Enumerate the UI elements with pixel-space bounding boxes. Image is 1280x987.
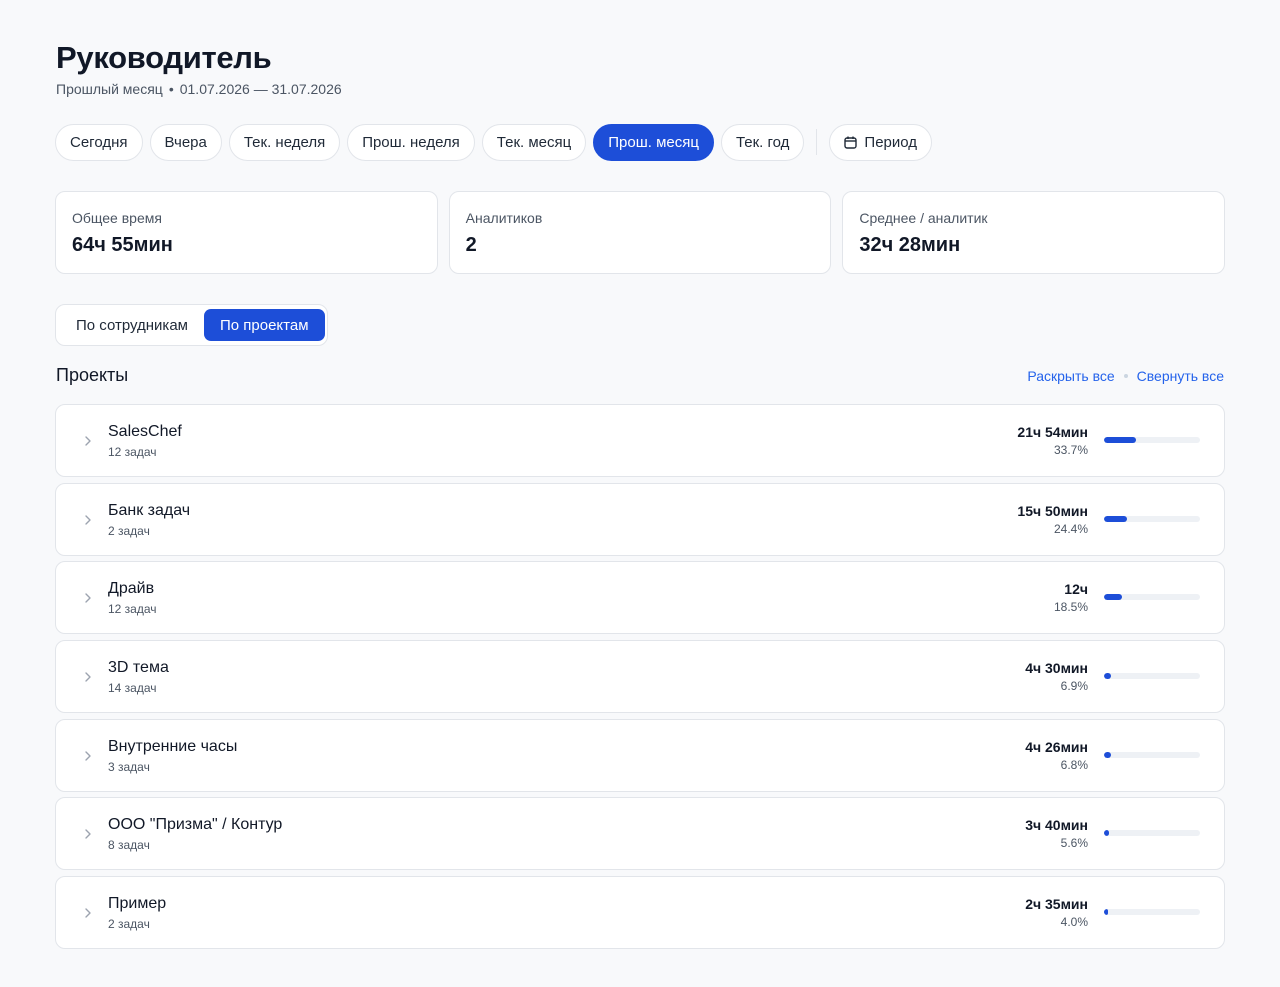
filter-chip-yesterday[interactable]: Вчера [149,123,222,161]
project-task-count: 2 задач [108,917,150,932]
filter-chip-today[interactable]: Сегодня [55,123,143,161]
separator-dot: • [168,81,174,97]
custom-period-label: Период [864,133,918,151]
projects-actions: Раскрыть все Свернуть все [1027,368,1224,384]
period-filter-bar: Сегодня Вчера Тек. неделя Прош. неделя Т… [55,123,933,161]
project-progress-fill [1104,830,1110,837]
project-progress-bar [1104,830,1200,837]
project-name: 3D тема [108,659,169,677]
project-task-count: 3 задач [108,759,150,774]
project-time: 4ч 30мин [1025,660,1088,677]
project-row[interactable]: Драйв 12 задач 12ч 18.5% [55,561,1225,635]
project-row[interactable]: Пример 2 задач 2ч 35мин 4.0% [55,876,1225,950]
custom-period-button[interactable]: Период [829,123,933,161]
filter-chip-current-week[interactable]: Тек. неделя [228,123,341,161]
stats-cards: Общее время 64ч 55мин Аналитиков 2 Средн… [55,191,1226,274]
project-progress-bar [1104,673,1200,680]
stat-value: 64ч 55мин [72,234,173,256]
chevron-right-icon[interactable] [82,749,94,763]
projects-list: SalesChef 12 задач 21ч 54мин 33.7% Банк … [55,404,1225,955]
project-task-count: 12 задач [108,445,157,459]
stat-card-analysts: Аналитиков 2 [448,191,832,274]
project-progress-fill [1104,909,1108,916]
stat-label: Аналитиков [465,210,543,226]
period-subtitle: Прошлый месяц • 01.07.2026 — 31.07.2026 [56,81,342,97]
project-progress-bar [1104,751,1200,758]
project-progress-fill [1104,673,1111,680]
chevron-right-icon[interactable] [82,434,94,448]
project-progress-bar [1104,515,1200,522]
project-progress-fill [1104,437,1137,443]
chevron-right-icon[interactable] [82,513,94,527]
project-progress-fill [1104,594,1122,601]
filter-chip-current-year[interactable]: Тек. год [720,123,805,161]
stat-label: Среднее / аналитик [859,210,988,226]
project-progress-bar [1104,594,1200,601]
filter-chip-last-month[interactable]: Прош. месяц [593,123,714,161]
filter-chip-current-month[interactable]: Тек. месяц [481,123,587,161]
project-percent: 33.7% [1053,443,1088,457]
project-progress-fill [1104,515,1128,522]
project-time: 2ч 35мин [1025,896,1088,913]
project-name: SalesChef [108,423,182,440]
collapse-all-link[interactable]: Свернуть все [1137,368,1224,384]
project-name: Драйв [108,580,155,598]
project-time: 15ч 50мин [1017,502,1088,519]
project-row[interactable]: 3D тема 14 задач 4ч 30мин 6.9% [55,640,1225,714]
chevron-right-icon[interactable] [82,591,94,605]
period-name: Прошлый месяц [56,81,163,97]
project-percent: 24.4% [1053,521,1088,536]
project-time: 3ч 40мин [1025,817,1088,834]
page: Руководитель Прошлый месяц • 01.07.2026 — … [0,0,1280,987]
actions-separator [1123,374,1128,378]
stat-value: 32ч 28мин [859,234,961,256]
project-task-count: 8 задач [108,838,150,853]
project-task-count: 2 задач [108,523,150,538]
project-name: Банк задач [108,501,191,519]
project-percent: 18.5% [1053,600,1088,615]
project-row[interactable]: SalesChef 12 задач 21ч 54мин 33.7% [55,404,1225,477]
filter-divider [816,129,818,155]
project-row[interactable]: Банк задач 2 задач 15ч 50мин 24.4% [55,482,1225,556]
project-row[interactable]: ООО "Призма" / Контур 8 задач 3ч 40мин 5… [55,797,1225,871]
project-time: 4ч 26мин [1025,738,1088,755]
page-title: Руководитель [56,40,272,75]
project-task-count: 12 задач [108,602,157,617]
project-time: 12ч [1064,581,1088,598]
project-time: 21ч 54мин [1017,424,1088,440]
stat-card-average: Среднее / аналитик 32ч 28мин [842,191,1226,274]
period-range: 01.07.2026 — 31.07.2026 [179,81,342,97]
view-by-employees-button[interactable]: По сотрудникам [60,309,204,341]
stat-value: 2 [465,234,477,256]
view-toggle: По сотрудникам По проектам [55,304,328,346]
view-by-projects-button[interactable]: По проектам [203,309,325,341]
project-name: Внутренние часы [108,737,238,755]
project-percent: 6.8% [1060,757,1088,772]
project-progress-bar [1104,437,1200,443]
project-progress-bar [1104,909,1200,916]
project-row[interactable]: Внутренние часы 3 задач 4ч 26мин 6.8% [55,718,1225,792]
project-percent: 4.0% [1060,915,1088,930]
chevron-right-icon[interactable] [82,827,94,841]
project-name: Пример [108,895,167,913]
chevron-right-icon[interactable] [82,906,94,920]
project-task-count: 14 задач [108,681,157,696]
stat-card-total-time: Общее время 64ч 55мин [55,191,438,274]
chevron-right-icon[interactable] [82,670,94,684]
project-percent: 5.6% [1060,836,1088,851]
calendar-icon [844,136,858,149]
filter-chip-last-week[interactable]: Прош. неделя [347,123,475,161]
projects-section-title: Проекты [56,365,129,385]
project-percent: 6.9% [1060,679,1088,694]
project-progress-fill [1104,751,1111,758]
project-name: ООО "Призма" / Контур [108,816,283,834]
stat-label: Общее время [72,210,162,226]
expand-all-link[interactable]: Раскрыть все [1027,368,1114,384]
